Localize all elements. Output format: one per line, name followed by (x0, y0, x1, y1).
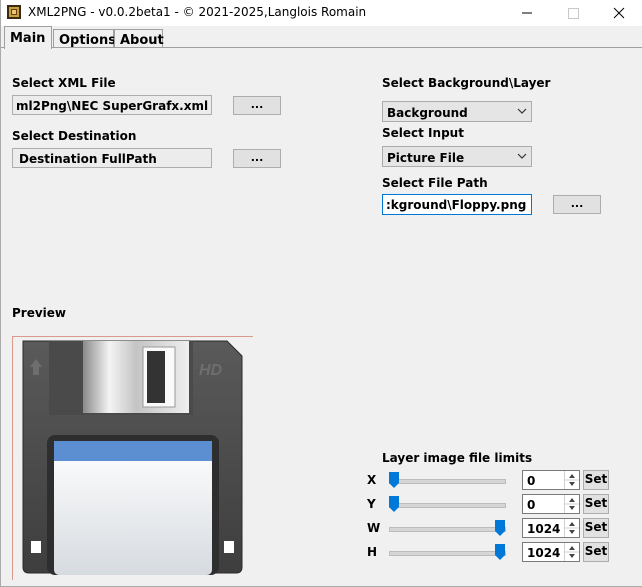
slider-thumb[interactable] (389, 496, 399, 512)
spin-arrows[interactable] (564, 519, 579, 537)
preview-label: Preview (12, 306, 67, 320)
app-icon (7, 5, 21, 19)
close-icon (613, 7, 625, 19)
limit-slider-w[interactable] (389, 527, 506, 532)
limit-value: 1024 (527, 546, 561, 560)
limits-title: Layer image file limits (382, 451, 533, 465)
app-window: XML2PNG - v0.0.2beta1 - © 2021-2025,Lang… (0, 0, 642, 587)
limit-value: 0 (527, 474, 536, 488)
limit-label-w: W (367, 521, 381, 535)
file-path-label: Select File Path (382, 176, 488, 190)
close-button[interactable] (596, 0, 642, 26)
spin-arrows[interactable] (564, 543, 579, 561)
limit-slider-y[interactable] (389, 503, 506, 508)
limit-slider-h[interactable] (389, 551, 506, 556)
input-select[interactable]: Picture File (382, 146, 532, 167)
chevron-down-icon (517, 153, 527, 159)
set-button-w[interactable]: Set (583, 518, 609, 538)
limit-spinbox-h[interactable]: 1024 (522, 542, 580, 562)
tab-options[interactable]: Options (53, 29, 116, 48)
destination-label: Select Destination (12, 129, 137, 143)
floppy-disk-icon: HD (22, 340, 243, 575)
limit-slider-x[interactable] (389, 479, 506, 484)
svg-text:HD: HD (199, 362, 223, 379)
set-button-y[interactable]: Set (583, 494, 609, 514)
limit-value: 1024 (527, 522, 561, 536)
slider-thumb[interactable] (495, 520, 505, 536)
slider-thumb[interactable] (495, 544, 505, 560)
set-button-h[interactable]: Set (583, 542, 609, 562)
tab-strip: Main Options About (1, 26, 642, 49)
browse-xml-button[interactable]: ... (233, 96, 281, 115)
minimize-icon (522, 12, 532, 14)
limit-spinbox-x[interactable]: 0 (522, 470, 580, 490)
limit-spinbox-w[interactable]: 1024 (522, 518, 580, 538)
limit-label-h: H (367, 545, 378, 559)
tab-main[interactable]: Main (4, 26, 52, 49)
maximize-icon (568, 8, 579, 19)
window-title: XML2PNG - v0.0.2beta1 - © 2021-2025,Lang… (28, 5, 367, 19)
limit-value: 0 (527, 498, 536, 512)
background-layer-label: Select Background\Layer (382, 76, 551, 90)
destination-field[interactable]: Destination FullPath (12, 148, 212, 168)
input-value: Picture File (387, 151, 465, 165)
tab-about[interactable]: About (114, 29, 164, 48)
chevron-down-icon (517, 108, 527, 114)
limit-spinbox-y[interactable]: 0 (522, 494, 580, 514)
set-button-x[interactable]: Set (583, 470, 609, 490)
spin-arrows[interactable] (564, 495, 579, 513)
browse-file-path-button[interactable]: ... (553, 195, 601, 214)
preview-frame: HD (12, 336, 253, 580)
background-layer-value: Background (387, 106, 468, 120)
limit-label-x: X (367, 473, 377, 487)
title-bar[interactable]: XML2PNG - v0.0.2beta1 - © 2021-2025,Lang… (1, 0, 642, 26)
background-layer-select[interactable]: Background (382, 101, 532, 122)
slider-thumb[interactable] (389, 472, 399, 488)
browse-destination-button[interactable]: ... (233, 149, 281, 168)
maximize-button[interactable] (550, 0, 596, 26)
xml-file-field[interactable]: ml2Png\NEC SuperGrafx.xml (12, 95, 212, 115)
file-path-field[interactable]: :kground\Floppy.png (382, 194, 532, 215)
xml-file-label: Select XML File (12, 76, 116, 90)
spin-arrows[interactable] (564, 471, 579, 489)
limit-label-y: Y (367, 497, 376, 511)
input-label: Select Input (382, 126, 464, 140)
minimize-button[interactable] (504, 0, 550, 26)
